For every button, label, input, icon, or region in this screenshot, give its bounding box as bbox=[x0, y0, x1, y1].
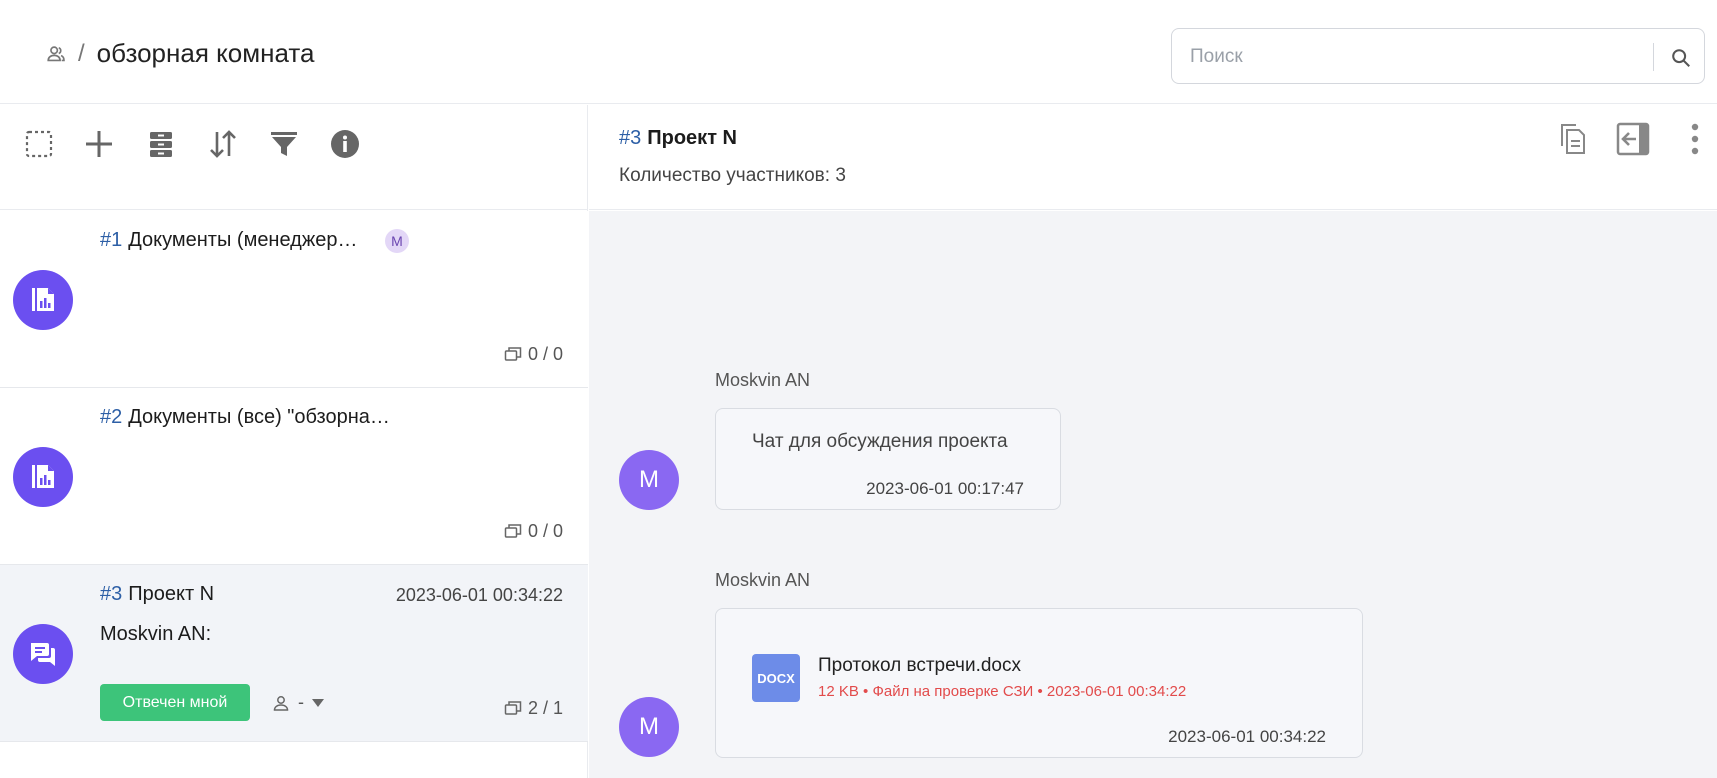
counter-value: 0 / 0 bbox=[527, 344, 563, 364]
chat-list-item[interactable]: #2 Документы (все) "обзорна… 0 / 0 bbox=[0, 388, 588, 565]
info-icon[interactable] bbox=[327, 126, 363, 162]
chat-number: #1 bbox=[100, 229, 123, 251]
participants-count: Количество участников: 3 bbox=[619, 165, 846, 186]
users-icon[interactable] bbox=[44, 42, 68, 66]
last-message-sender: Moskvin AN: bbox=[100, 623, 212, 645]
chat-date: 2023-06-01 00:34:22 bbox=[395, 585, 563, 605]
message-bubble-file: DOCX Протокол встречи.docx 12 KB • Файл … bbox=[715, 608, 1363, 758]
breadcrumb: / обзорная комната bbox=[44, 38, 314, 69]
message-bubble: Чат для обсуждения проекта 2023-06-01 00… bbox=[715, 408, 1061, 510]
copy-document-icon[interactable] bbox=[1552, 119, 1592, 159]
messages-icon bbox=[504, 346, 522, 361]
chat-list-item-active[interactable]: #3 Проект N 2023-06-01 00:34:22 Moskvin A… bbox=[0, 565, 588, 742]
message-counter: 0 / 0 bbox=[504, 521, 563, 542]
chat-title: #3 Проект N bbox=[100, 583, 214, 606]
avatar: M bbox=[619, 450, 679, 510]
message-counter: 0 / 0 bbox=[504, 344, 563, 365]
status-badge-answered[interactable]: Отвечен мной bbox=[100, 684, 250, 721]
chat-title: #2 Документы (все) "обзорна… bbox=[100, 406, 390, 429]
chevron-down-icon bbox=[312, 698, 324, 707]
filter-icon[interactable] bbox=[266, 126, 302, 162]
chat-list-item[interactable]: #1 Документы (менеджер… M 0 / 0 bbox=[0, 211, 588, 388]
conversation-name: Проект N bbox=[647, 127, 737, 149]
counter-value: 2 / 1 bbox=[527, 698, 563, 718]
document-chart-icon bbox=[13, 270, 73, 330]
chat-title: #1 Документы (менеджер… bbox=[100, 229, 357, 252]
message-text: Чат для обсуждения проекта bbox=[752, 431, 1008, 452]
document-chart-icon bbox=[13, 447, 73, 507]
file-name[interactable]: Протокол встречи.docx bbox=[818, 655, 1021, 677]
messages-icon bbox=[504, 700, 522, 715]
more-options-icon[interactable] bbox=[1675, 119, 1715, 159]
avatar: M bbox=[619, 697, 679, 757]
message-time: 2023-06-01 00:34:22 bbox=[1168, 727, 1326, 746]
member-badge: M bbox=[385, 229, 409, 253]
user-icon bbox=[273, 695, 289, 711]
search-box bbox=[1171, 28, 1705, 84]
conversation-number: #3 bbox=[619, 127, 642, 149]
message-time: 2023-06-01 00:17:47 bbox=[866, 479, 1024, 498]
exit-icon[interactable] bbox=[1613, 119, 1653, 159]
messages-icon bbox=[504, 523, 522, 538]
chat-number: #2 bbox=[100, 406, 123, 428]
add-icon[interactable] bbox=[81, 126, 117, 162]
chat-bubbles-icon bbox=[13, 624, 73, 684]
assignee-dropdown[interactable]: - bbox=[272, 692, 324, 713]
page-title: обзорная комната bbox=[96, 38, 315, 68]
chat-number: #3 bbox=[100, 583, 123, 605]
message-area: Moskvin AN M Чат для обсуждения проекта … bbox=[589, 211, 1717, 778]
chat-name: Проект N bbox=[128, 583, 215, 605]
message-sender: Moskvin AN bbox=[715, 570, 811, 590]
assignee-value: - bbox=[298, 692, 304, 712]
message-counter: 2 / 1 bbox=[504, 698, 563, 719]
counter-value: 0 / 0 bbox=[527, 521, 563, 541]
chat-list-panel: #1 Документы (менеджер… M 0 / 0 #2 Докумен… bbox=[0, 105, 588, 778]
chat-list-toolbar bbox=[0, 105, 587, 210]
conversation-header: #3 Проект N Количество участников: 3 bbox=[589, 105, 1717, 210]
select-icon[interactable] bbox=[21, 126, 57, 162]
sort-icon[interactable] bbox=[205, 126, 241, 162]
docx-file-icon[interactable]: DOCX bbox=[752, 654, 800, 702]
header: / обзорная комната bbox=[0, 0, 1717, 104]
search-input[interactable] bbox=[1190, 43, 1610, 71]
breadcrumb-separator: / bbox=[78, 39, 85, 67]
chat-name: Документы (все) "обзорна… bbox=[128, 406, 390, 428]
chat-name: Документы (менеджер… bbox=[128, 229, 358, 251]
search-divider bbox=[1653, 43, 1654, 71]
conversation-title: #3 Проект N bbox=[619, 127, 737, 150]
message-sender: Moskvin AN bbox=[715, 370, 811, 390]
search-icon[interactable] bbox=[1666, 43, 1696, 73]
archive-icon[interactable] bbox=[143, 126, 179, 162]
file-meta: 12 KB • Файл на проверке СЗИ • 2023-06-0… bbox=[818, 683, 1187, 700]
